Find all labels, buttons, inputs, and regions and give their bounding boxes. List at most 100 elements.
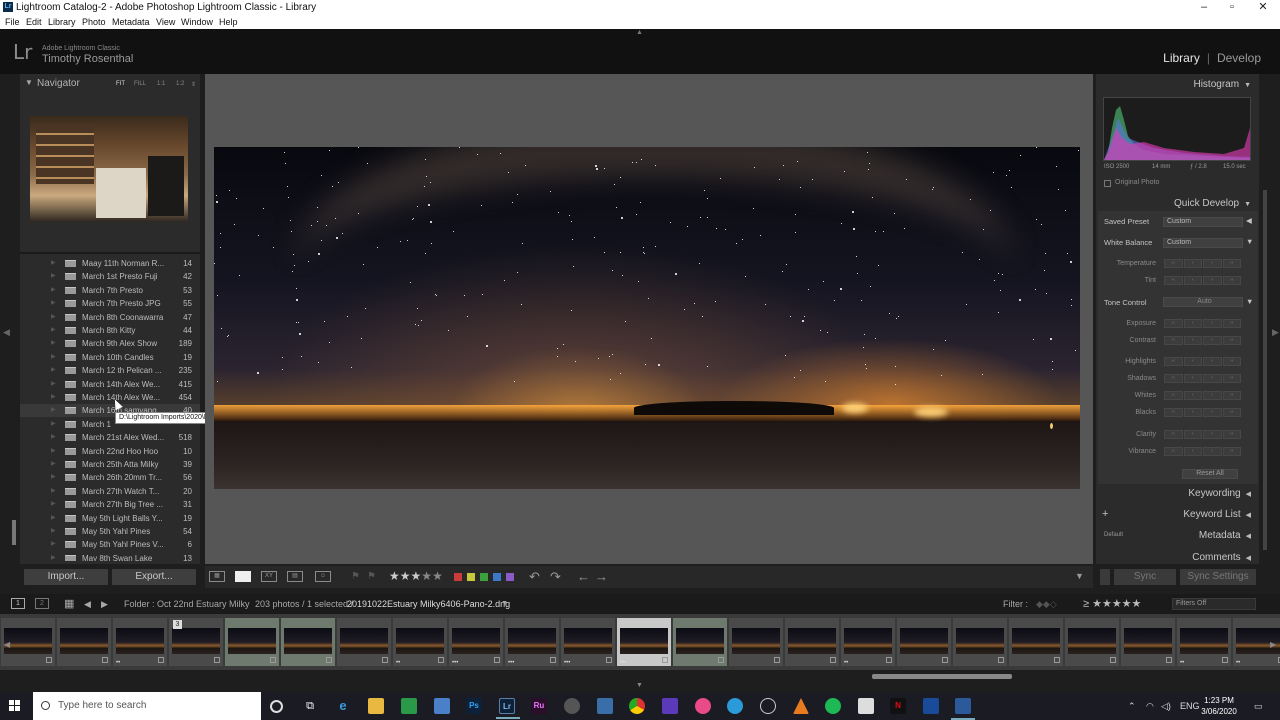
expand-triangle-icon[interactable]: ◀ — [1246, 533, 1251, 540]
folder-expand-icon[interactable]: ▶ — [51, 364, 56, 377]
filmstrip-thumbnail[interactable]: •• — [393, 618, 447, 666]
folder-row[interactable]: ▶ May 5th Yahl Pines V... 6 — [20, 538, 200, 551]
grid-view-icon[interactable]: ▦ — [209, 571, 225, 582]
zoom-fill[interactable]: FILL — [134, 81, 146, 87]
expand-triangle-icon[interactable]: ◀ — [1246, 216, 1252, 225]
folder-expand-icon[interactable]: ▶ — [51, 525, 56, 538]
filmstrip-thumbnail[interactable]: 3 — [169, 618, 223, 666]
blacks-buttons[interactable]: ‹‹ ‹ › ›› — [1164, 408, 1242, 417]
folder-expand-icon[interactable]: ▶ — [51, 418, 56, 431]
rating-star-icon[interactable]: ★ — [421, 569, 432, 583]
folder-row[interactable]: ▶ March 10th Candles 19 — [20, 351, 200, 364]
menu-window[interactable]: Window — [181, 15, 213, 29]
app-icon[interactable] — [597, 698, 613, 714]
filmstrip-thumbnail[interactable] — [1065, 618, 1119, 666]
collapse-triangle-icon[interactable]: ▼ — [1244, 82, 1251, 89]
color-label-swatch[interactable] — [506, 573, 514, 581]
filmstrip-scrollbar[interactable] — [872, 674, 1012, 679]
vibrance-buttons[interactable]: ‹‹ ‹ › ›› — [1164, 447, 1242, 456]
filmstrip-thumbnail[interactable]: ••• — [505, 618, 559, 666]
zoom-dropdown-icon[interactable]: ⇕ — [191, 81, 196, 88]
color-label-swatch[interactable] — [454, 573, 462, 581]
folder-row[interactable]: ▶ March 21st Alex Wed... 518 — [20, 431, 200, 444]
filmstrip-thumbnail[interactable]: ••• — [617, 618, 671, 666]
temperature-buttons[interactable]: ‹‹ ‹ › ›› — [1164, 259, 1242, 268]
reset-all-button[interactable]: Reset All — [1182, 469, 1238, 479]
rating-star-icon[interactable]: ★ — [432, 569, 443, 583]
itunes-icon[interactable] — [695, 698, 711, 714]
expand-triangle-icon[interactable]: ◀ — [1246, 555, 1251, 562]
metadata-preset-select[interactable]: Default — [1104, 532, 1123, 538]
filmstrip-thumbnail[interactable]: ••• — [561, 618, 615, 666]
rush-icon[interactable]: Ru — [531, 698, 547, 714]
menu-view[interactable]: View — [156, 15, 175, 29]
flag-reject-icon[interactable]: ⚑ — [367, 571, 376, 582]
folder-expand-icon[interactable]: ▶ — [51, 458, 56, 471]
folder-expand-icon[interactable]: ▶ — [51, 257, 56, 270]
expand-triangle-icon[interactable]: ◀ — [1246, 491, 1251, 498]
keywording-header[interactable]: Keywording ◀ — [1188, 488, 1251, 499]
folder-row[interactable]: ▶ Maay 11th Norman R... 14 — [20, 257, 200, 270]
navigator-header[interactable]: ▼ Navigator FIT FILL 1:1 1:2 ⇕ — [20, 76, 200, 92]
clock[interactable]: 1:23 PM 3/06/2020 — [1194, 695, 1244, 717]
lightroom-taskbar-icon[interactable]: Lr — [496, 698, 520, 719]
histogram-header[interactable]: Histogram ▼ — [1193, 79, 1251, 90]
folder-row[interactable]: ▶ March 14th Alex We... 415 — [20, 378, 200, 391]
filmstrip-thumbnail[interactable] — [785, 618, 839, 666]
folder-row[interactable]: ▶ March 8th Coonawarra 47 — [20, 311, 200, 324]
back-arrow-icon[interactable]: ◀ — [84, 594, 91, 614]
highlights-buttons[interactable]: ‹‹ ‹ › ›› — [1164, 357, 1242, 366]
folder-row[interactable]: ▶ March 27th Watch T... 20 — [20, 485, 200, 498]
folder-row[interactable]: ▶ March 7th Presto 53 — [20, 284, 200, 297]
white-balance-select[interactable]: Custom — [1163, 238, 1243, 248]
folder-row[interactable]: ▶ March 7th Presto JPG 55 — [20, 297, 200, 310]
clarity-buttons[interactable]: ‹‹ ‹ › ›› — [1164, 430, 1242, 439]
export-button[interactable]: Export... — [112, 569, 196, 585]
filmstrip-thumbnail[interactable] — [1009, 618, 1063, 666]
filename-dropdown-icon[interactable]: ▼ — [501, 594, 508, 614]
folder-expand-icon[interactable]: ▶ — [51, 512, 56, 525]
module-library[interactable]: Library — [1163, 51, 1200, 65]
folder-row[interactable]: ▶ May 8th Swan Lake 13 — [20, 552, 200, 561]
app-icon[interactable] — [951, 698, 975, 720]
folder-expand-icon[interactable]: ▶ — [51, 324, 56, 337]
folder-expand-icon[interactable]: ▶ — [51, 498, 56, 511]
folder-row[interactable]: ▶ March 1st Presto Fuji 42 — [20, 270, 200, 283]
sync-settings-button[interactable]: Sync Settings — [1180, 569, 1256, 585]
comments-header[interactable]: Comments ◀ — [1192, 552, 1251, 563]
folder-row[interactable]: ▶ March 9th Alex Show 189 — [20, 337, 200, 350]
tray-chevron-icon[interactable]: ⌃ — [1128, 692, 1136, 720]
folder-expand-icon[interactable]: ▶ — [51, 378, 56, 391]
folder-row[interactable]: ▶ March 8th Kitty 44 — [20, 324, 200, 337]
whites-buttons[interactable]: ‹‹ ‹ › ›› — [1164, 391, 1242, 400]
folder-expand-icon[interactable]: ▶ — [51, 391, 56, 404]
main-screen-icon[interactable]: 1 — [11, 598, 25, 609]
filmstrip-left-icon[interactable]: ◀ — [4, 640, 10, 649]
rotate-right-icon[interactable]: ↷ — [550, 569, 561, 585]
module-develop[interactable]: Develop — [1217, 51, 1261, 65]
netflix-icon[interactable]: N — [890, 698, 906, 714]
stack-count-badge[interactable]: 3 — [173, 620, 182, 629]
chrome-icon[interactable] — [629, 698, 645, 714]
previous-photo-icon[interactable]: ← — [577, 569, 590, 584]
sync-button[interactable]: Sync — [1114, 569, 1176, 585]
folder-expand-icon[interactable]: ▶ — [51, 351, 56, 364]
app-icon[interactable] — [727, 698, 743, 714]
folder-expand-icon[interactable]: ▶ — [51, 431, 56, 444]
auto-tone-button[interactable]: Auto — [1163, 297, 1243, 307]
network-icon[interactable]: ◠ — [1146, 692, 1154, 720]
photoshop-icon[interactable]: Ps — [466, 698, 482, 714]
taskbar-search-input[interactable]: Type here to search — [33, 692, 261, 720]
zoom-1-1[interactable]: 1:1 — [157, 81, 165, 87]
right-panel-scrollbar[interactable] — [1263, 190, 1267, 550]
loupe-view-icon[interactable] — [235, 571, 251, 582]
original-photo-checkbox[interactable] — [1104, 180, 1111, 187]
app-icon[interactable] — [923, 698, 939, 714]
folder-source[interactable]: Folder : Oct 22nd Estuary Milky — [124, 594, 250, 614]
add-keyword-icon[interactable]: + — [1102, 508, 1108, 520]
flag-pick-icon[interactable]: ⚑ — [351, 571, 360, 582]
folder-expand-icon[interactable]: ▶ — [51, 552, 56, 561]
zoom-1-2[interactable]: 1:2 — [176, 81, 184, 87]
color-label-swatch[interactable] — [493, 573, 501, 581]
flag-filter-icon[interactable]: ◆◆◇ — [1036, 594, 1057, 614]
